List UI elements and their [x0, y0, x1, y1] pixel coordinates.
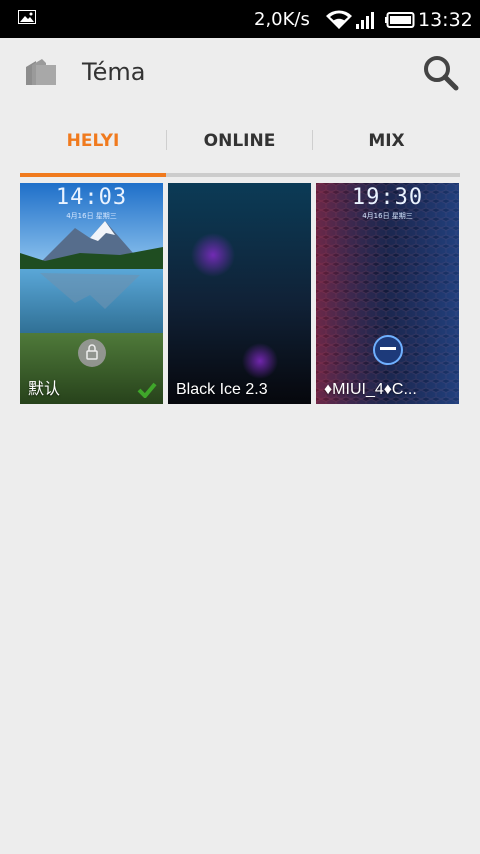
tab-online[interactable]: ONLINE	[167, 126, 312, 158]
theme-preview-black-ice	[168, 183, 311, 404]
check-icon	[137, 382, 157, 398]
theme-folder-icon[interactable]	[24, 59, 58, 87]
lockscreen-date: 4月16日 星期三	[362, 212, 413, 220]
theme-name: Black Ice 2.3	[176, 381, 268, 398]
theme-panel: Téma HELYI ONLINE MIX 14:03 4月16日 星期三 默认…	[0, 38, 480, 854]
theme-card-black-ice[interactable]: Black Ice 2.3	[168, 183, 311, 404]
theme-card-miui[interactable]: 19:30 4月16日 星期三 ♦MIUI_4♦C...	[316, 183, 459, 404]
status-bar: 2,0K/s 13:32	[0, 0, 480, 38]
battery-icon	[385, 12, 415, 28]
lockscreen-clock: 14:03	[55, 185, 128, 210]
theme-card-default[interactable]: 14:03 4月16日 星期三 默认	[20, 183, 163, 404]
title-bar: Téma	[0, 38, 480, 112]
theme-name: 默认	[28, 381, 61, 398]
network-speed: 2,0K/s	[254, 9, 310, 30]
search-icon[interactable]	[422, 54, 460, 92]
tab-bar: HELYI ONLINE MIX	[20, 126, 460, 177]
theme-grid: 14:03 4月16日 星期三 默认 Black Ice 2.3 19:30 4…	[20, 183, 460, 404]
signal-icon	[356, 12, 374, 29]
lockscreen-clock: 19:30	[351, 185, 424, 210]
tab-indicator	[20, 173, 166, 177]
tab-helyi[interactable]: HELYI	[20, 126, 166, 158]
page-title: Téma	[82, 58, 146, 86]
clock: 13:32	[418, 9, 473, 31]
lockscreen-date: 4月16日 星期三	[66, 212, 117, 220]
theme-name: ♦MIUI_4♦C...	[324, 381, 417, 398]
image-icon	[18, 10, 36, 24]
tab-mix[interactable]: MIX	[313, 126, 460, 158]
wifi-icon	[326, 10, 352, 29]
